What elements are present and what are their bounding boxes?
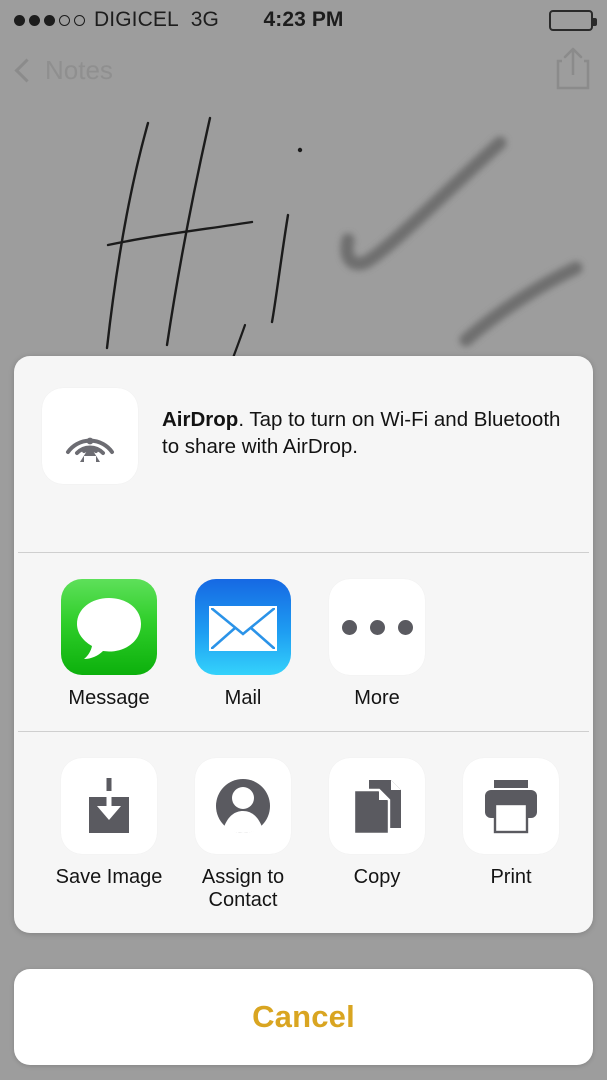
share-target-more[interactable]: More [310, 579, 444, 709]
status-bar-right [549, 9, 597, 31]
copy-icon-tile[interactable] [329, 758, 425, 855]
mail-icon-tile[interactable] [195, 579, 291, 675]
message-icon-tile[interactable] [61, 579, 157, 675]
print-icon-tile[interactable] [463, 758, 559, 855]
status-bar: DIGICEL 3G 4:23 PM [0, 0, 607, 40]
airdrop-message: AirDrop. Tap to turn on Wi-Fi and Blueto… [162, 406, 566, 461]
action-label: Print [490, 866, 532, 889]
back-button[interactable]: Notes [14, 55, 113, 86]
share-icon [556, 47, 590, 89]
share-target-label: Mail [224, 687, 262, 709]
share-target-label: More [354, 687, 400, 709]
action-label: Save Image [55, 866, 163, 889]
assign-to-contact-icon-tile[interactable] [195, 758, 291, 855]
screen: DIGICEL 3G 4:23 PM Notes AirDrop. Tap to… [0, 0, 607, 1080]
back-button-label: Notes [45, 54, 113, 85]
battery-icon [549, 9, 597, 31]
nav-bar: Notes [0, 40, 607, 100]
save-image-icon [89, 778, 129, 834]
message-icon [77, 598, 141, 659]
more-icon [341, 619, 413, 635]
action-assign-to-contact[interactable]: Assign to Contact [176, 758, 310, 911]
airdrop-section[interactable]: AirDrop. Tap to turn on Wi-Fi and Blueto… [14, 356, 593, 552]
cancel-button[interactable]: Cancel [14, 969, 593, 1065]
actions-row[interactable]: Save Image Assign to Contact Copy Print [14, 732, 593, 933]
share-button[interactable] [553, 45, 593, 96]
print-icon [485, 780, 537, 834]
action-label: Assign to Contact [201, 866, 285, 911]
copy-icon [352, 780, 401, 836]
share-target-label: Message [68, 687, 150, 709]
apps-row[interactable]: Message Mail More [14, 553, 593, 731]
assign-to-contact-icon [216, 779, 270, 834]
chevron-left-icon [14, 57, 39, 83]
share-sheet: AirDrop. Tap to turn on Wi-Fi and Blueto… [14, 356, 593, 934]
action-label: Copy [353, 866, 401, 889]
cancel-button-label: Cancel [252, 999, 355, 1034]
airdrop-icon-tile[interactable] [42, 388, 138, 484]
save-image-icon-tile[interactable] [61, 758, 157, 855]
airdrop-icon [66, 437, 114, 464]
action-copy[interactable]: Copy [310, 758, 444, 888]
action-partial-offscreen[interactable] [578, 758, 593, 866]
share-target-mail[interactable]: Mail [176, 579, 310, 709]
status-bar-clock: 4:23 PM [263, 8, 344, 31]
more-icon-tile[interactable] [329, 579, 425, 675]
airdrop-title: AirDrop [162, 408, 239, 431]
action-save-image[interactable]: Save Image [42, 758, 176, 888]
share-target-message[interactable]: Message [42, 579, 176, 709]
action-print[interactable]: Print [444, 758, 578, 888]
mail-icon [209, 605, 277, 651]
